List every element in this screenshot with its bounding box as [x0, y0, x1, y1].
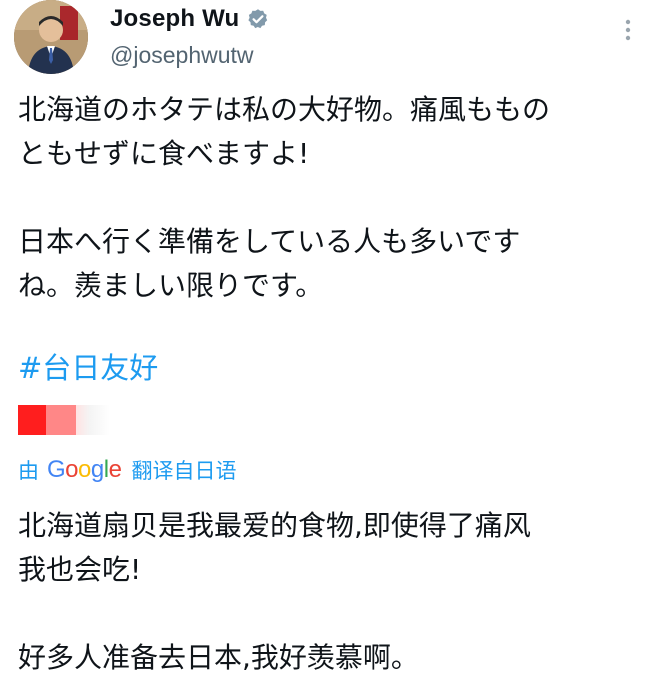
google-logo: Google: [47, 456, 122, 483]
avatar-image: [14, 0, 88, 74]
author-display-name[interactable]: Joseph Wu: [110, 5, 239, 33]
hashtag-link[interactable]: #台日友好: [18, 348, 158, 388]
author-handle[interactable]: @josephwutw: [110, 42, 570, 69]
translate-attribution[interactable]: 由 Google 翻译自日语: [18, 454, 236, 486]
verified-badge-icon: [247, 8, 269, 30]
translated-text-line: 好多人准备去日本,我好羡慕啊。: [18, 636, 638, 680]
tweet-header: Joseph Wu @josephwutw: [14, 0, 644, 80]
tweet-text-line: ね。羨ましい限りです。: [18, 264, 638, 308]
translated-text-line: 我也会吃!: [18, 548, 638, 592]
tweet-text-line: ともせずに食べますよ!: [18, 132, 638, 176]
tweet-text-line-3: 日本へ行く準備をしている人も多いです: [18, 225, 521, 258]
author-info: Joseph Wu @josephwutw: [110, 4, 570, 69]
translated-line-1: 北海道扇贝是我最爱的食物,即使得了痛风: [18, 509, 531, 542]
display-name-row: Joseph Wu: [110, 4, 570, 34]
tweet-text-line: 日本へ行く準備をしている人も多いです: [18, 220, 638, 264]
tweet-text-line-2: ともせずに食べますよ!: [18, 137, 310, 170]
translated-line-2: 我也会吃!: [18, 553, 142, 586]
redaction-block: [76, 405, 110, 435]
translated-text-line: 北海道扇贝是我最爱的食物,即使得了痛风: [18, 504, 638, 548]
translated-line-3: 好多人准备去日本,我好羡慕啊。: [18, 641, 419, 674]
redaction-mark: [18, 405, 110, 435]
translated-by-label: 由: [18, 459, 39, 483]
profile-avatar[interactable]: [14, 0, 88, 74]
more-vertical-icon[interactable]: [616, 18, 640, 42]
tweet-text-line-4: ね。羨ましい限りです。: [18, 269, 324, 302]
translated-from-label: 翻译自日语: [131, 459, 237, 483]
tweet-text-line: 北海道のホタテは私の大好物。痛風ももの: [18, 88, 638, 132]
tweet-card: Joseph Wu @josephwutw 北海道のホタテは私の大好物。痛風もも…: [0, 0, 654, 682]
redaction-block: [46, 405, 76, 435]
redaction-block: [18, 405, 46, 435]
tweet-text-line-1: 北海道のホタテは私の大好物。痛風ももの: [18, 93, 551, 126]
tweet-body: 北海道のホタテは私の大好物。痛風ももの ともせずに食べますよ! 日本へ行く準備を…: [18, 88, 638, 388]
translated-text: 北海道扇贝是我最爱的食物,即使得了痛风 我也会吃! 好多人准备去日本,我好羡慕啊…: [18, 504, 638, 680]
